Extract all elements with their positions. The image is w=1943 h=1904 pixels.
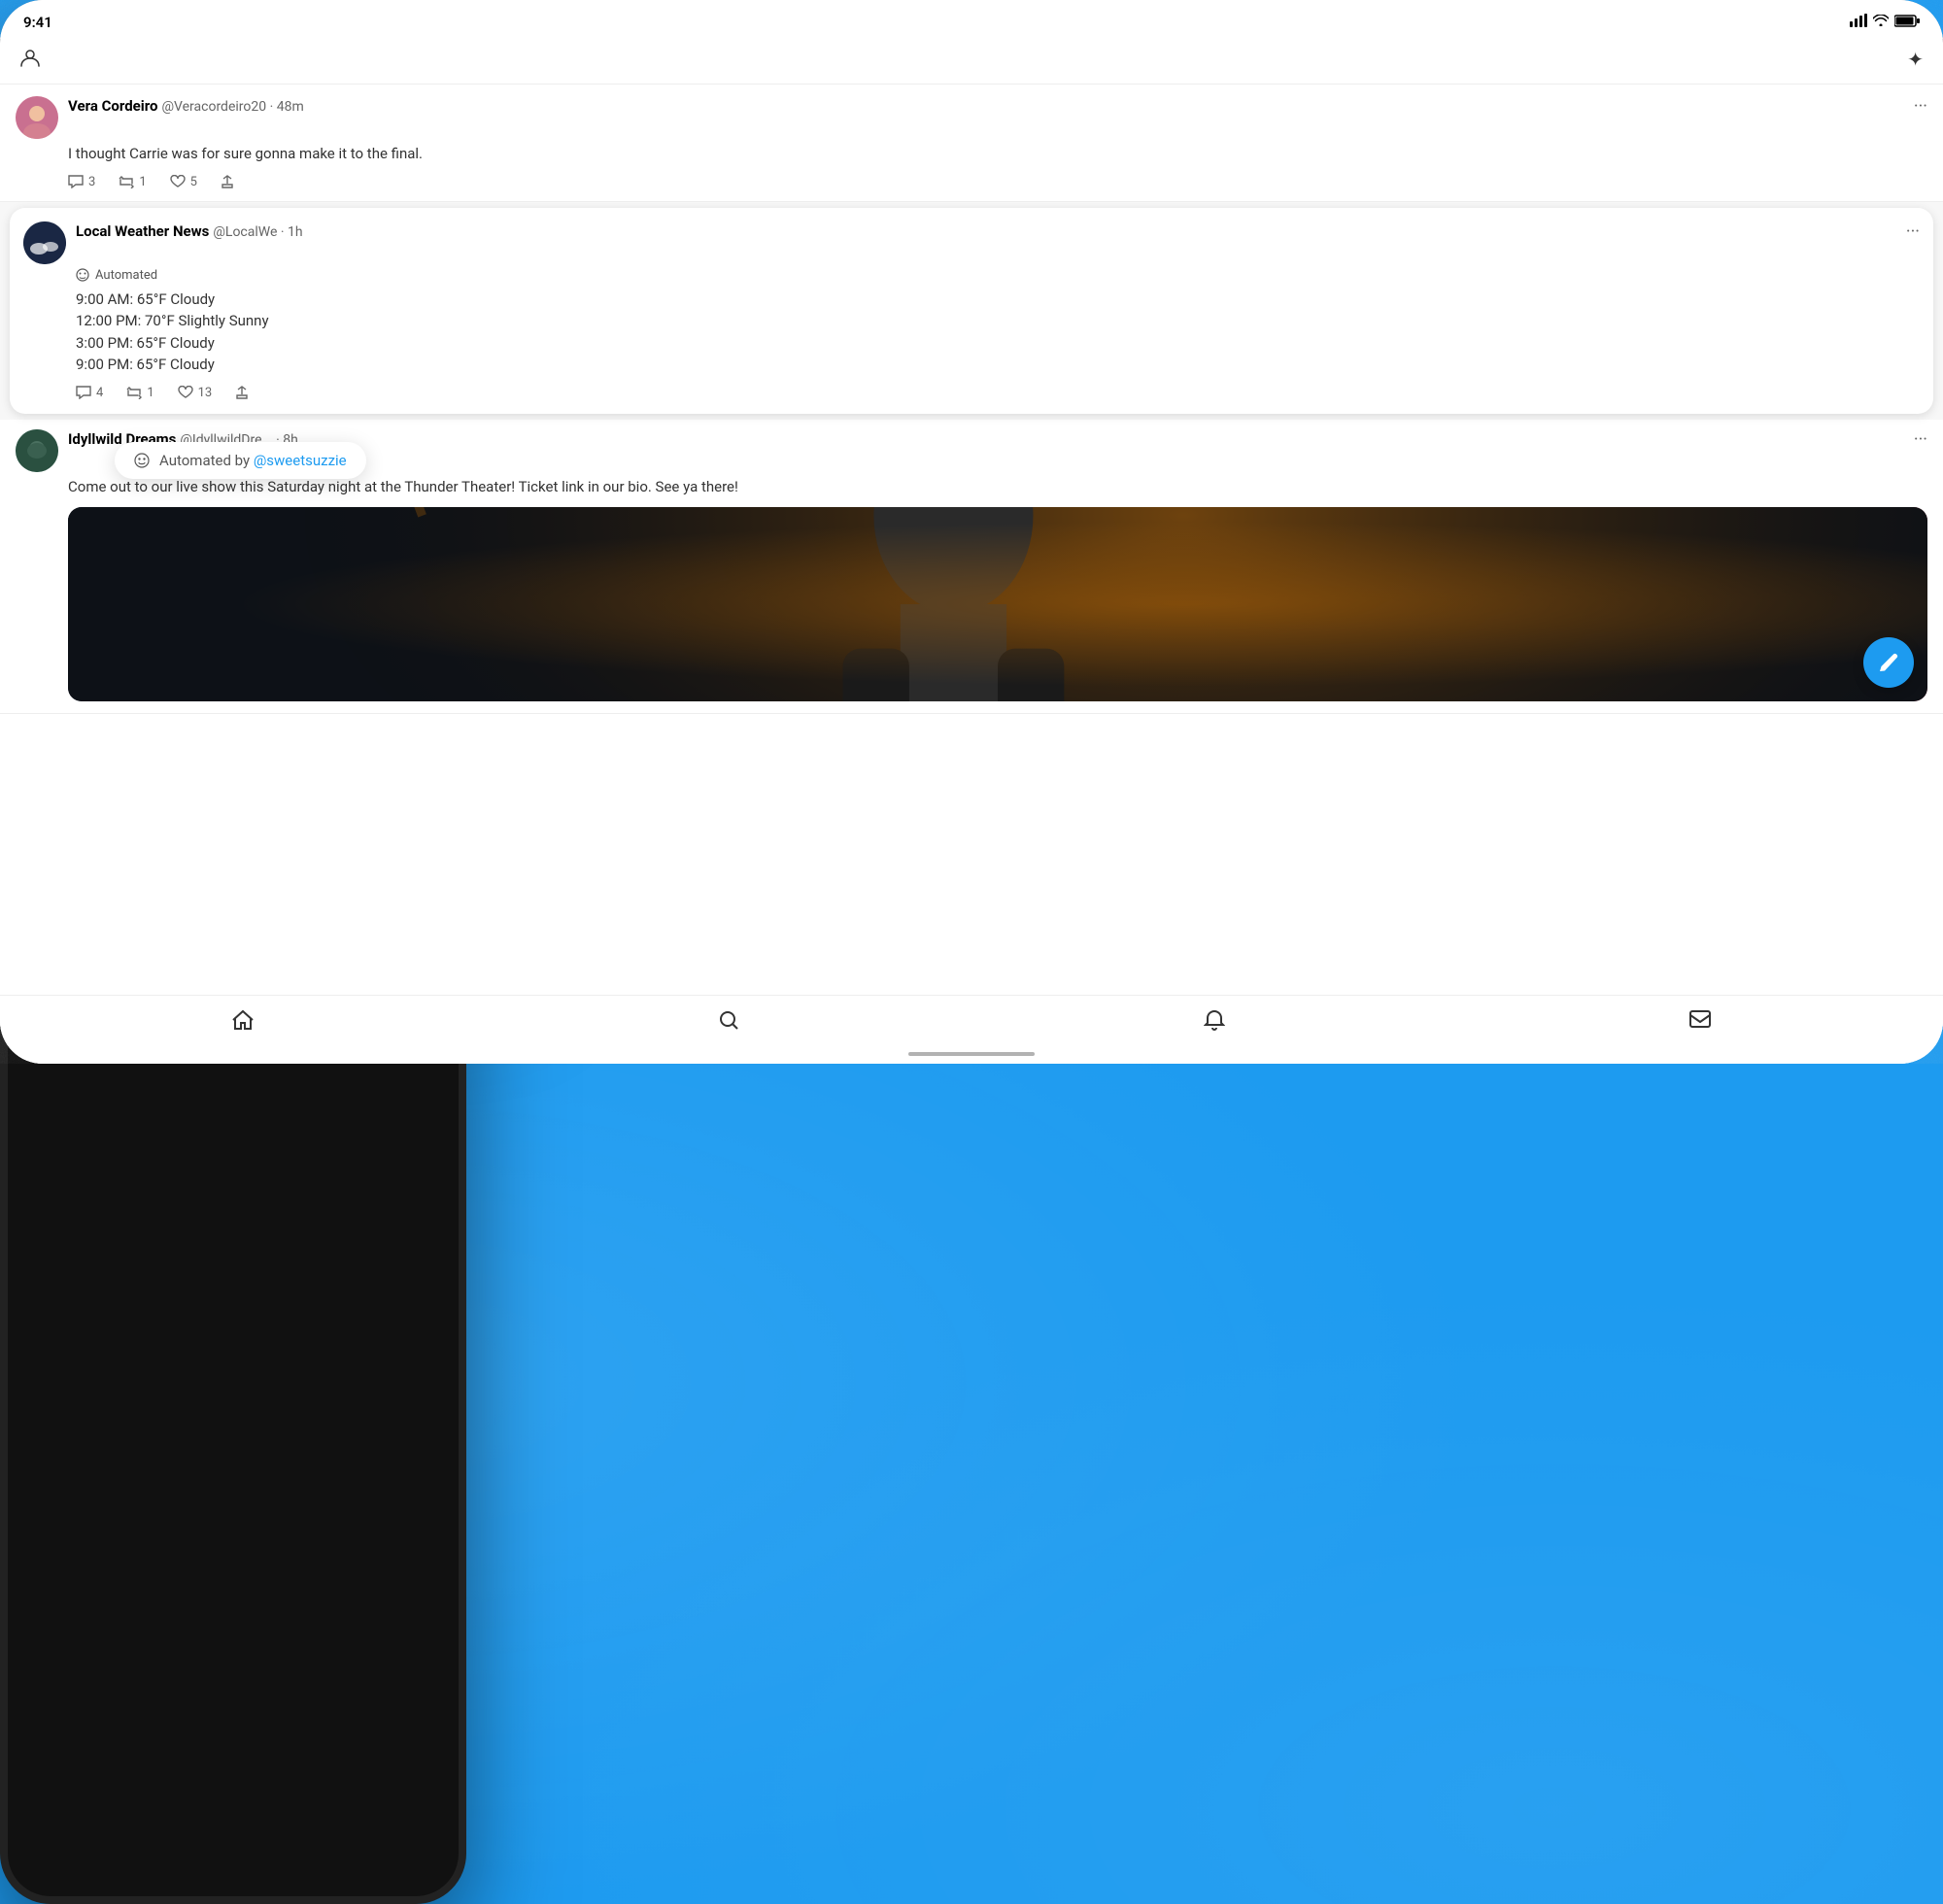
disclaimer-text: Designs are subject to change. <box>1742 1032 1914 1046</box>
automated-badge-floating: Automated by @sweetsuzzie <box>115 442 366 479</box>
bottom-nav-right <box>0 995 466 1064</box>
twitter-bird-logo <box>946 27 997 86</box>
nav-home[interactable] <box>232 1009 254 1035</box>
automated-by-text: Automated by @sweetsuzzie <box>159 452 347 469</box>
right-phone: 9:41 <box>0 952 466 1904</box>
automated-by-link[interactable]: @sweetsuzzie <box>254 452 347 469</box>
